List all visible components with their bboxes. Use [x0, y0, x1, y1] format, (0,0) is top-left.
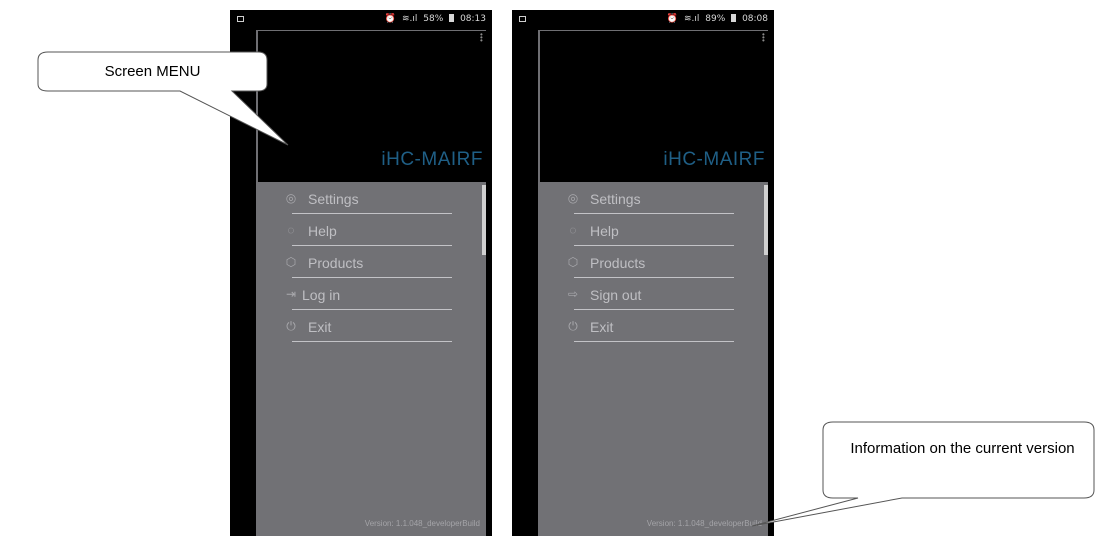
battery-icon	[449, 14, 455, 22]
version-info: Version: 1.1.048_developerBuild	[364, 519, 480, 528]
menu-item-label: Products	[308, 255, 364, 271]
overflow-menu-icon[interactable]: • • •	[762, 31, 766, 45]
gallery-icon	[519, 16, 526, 22]
callout-label: Information on the current version	[850, 440, 1075, 457]
menu-item-label: Settings	[590, 191, 641, 207]
divider	[574, 341, 734, 342]
overflow-menu-icon[interactable]: • • •	[480, 31, 484, 45]
sign-out-icon: ⇨	[567, 287, 579, 301]
help-icon: ◌	[287, 223, 295, 237]
menu-item-label: Exit	[308, 319, 332, 335]
signal-icon: ≋.ıl	[402, 14, 418, 24]
settings-icon: ◎	[285, 191, 297, 205]
menu-item-help[interactable]: ◌ Help	[256, 214, 486, 246]
menu-item-label: Products	[590, 255, 646, 271]
app-title: iHC-MAIRF	[381, 149, 483, 170]
menu-item-label: Settings	[308, 191, 359, 207]
settings-icon: ◎	[567, 191, 579, 205]
menu-item-log-in[interactable]: ⇥ Log in	[256, 278, 486, 310]
battery-icon	[731, 14, 737, 22]
callout-bubble	[751, 421, 1095, 527]
exit-icon: ⏻	[286, 319, 296, 333]
signal-icon: ≋.ıl	[684, 14, 700, 24]
drawer-header: • • • iHC-MAIRF	[538, 30, 768, 182]
menu-item-label: Help	[308, 223, 337, 239]
menu-item-settings[interactable]: ◎ Settings	[538, 182, 768, 214]
callout-label: Screen MENU	[104, 63, 201, 80]
battery-percent: 58%	[423, 14, 444, 24]
products-icon: ⬡	[567, 255, 579, 269]
divider	[292, 341, 452, 342]
login-icon: ⇥	[285, 287, 297, 301]
status-time: 08:08	[742, 14, 768, 24]
callout-version-info: Information on the current version	[740, 410, 1096, 536]
battery-percent: 89%	[705, 14, 726, 24]
drawer-menu: ◎ Settings ◌ Help ⬡ Products ⇨ Sign out …	[538, 182, 768, 342]
menu-item-exit[interactable]: ⏻ Exit	[256, 310, 486, 342]
alarm-icon: ⏰	[384, 14, 397, 24]
menu-item-label: Help	[590, 223, 619, 239]
menu-item-label: Log in	[302, 287, 341, 303]
status-bar: ⏰ ≋.ıl 89% 08:08	[512, 10, 774, 30]
menu-item-label: Exit	[590, 319, 614, 335]
menu-item-help[interactable]: ◌ Help	[538, 214, 768, 246]
menu-item-products[interactable]: ⬡ Products	[538, 246, 768, 278]
alarm-icon: ⏰	[666, 14, 679, 24]
navigation-drawer: • • • iHC-MAIRF ◎ Settings ◌ Help ⬡ Produc…	[538, 30, 768, 536]
menu-item-products[interactable]: ⬡ Products	[256, 246, 486, 278]
exit-icon: ⏻	[568, 319, 578, 333]
menu-item-label: Sign out	[590, 287, 642, 303]
products-icon: ⬡	[285, 255, 297, 269]
phone-screenshot-right: ⏰ ≋.ıl 89% 08:08 • • • iHC-MAIRF ◎ Setting…	[512, 10, 774, 536]
menu-item-exit[interactable]: ⏻ Exit	[538, 310, 768, 342]
help-icon: ◌	[569, 223, 577, 237]
menu-item-sign-out[interactable]: ⇨ Sign out	[538, 278, 768, 310]
status-time: 08:13	[460, 14, 486, 24]
menu-item-settings[interactable]: ◎ Settings	[256, 182, 486, 214]
drawer-menu: ◎ Settings ◌ Help ⬡ Products ⇥ Log in ⏻	[256, 182, 486, 342]
app-title: iHC-MAIRF	[663, 149, 765, 170]
callout-screen-menu: Screen MENU	[0, 0, 320, 150]
